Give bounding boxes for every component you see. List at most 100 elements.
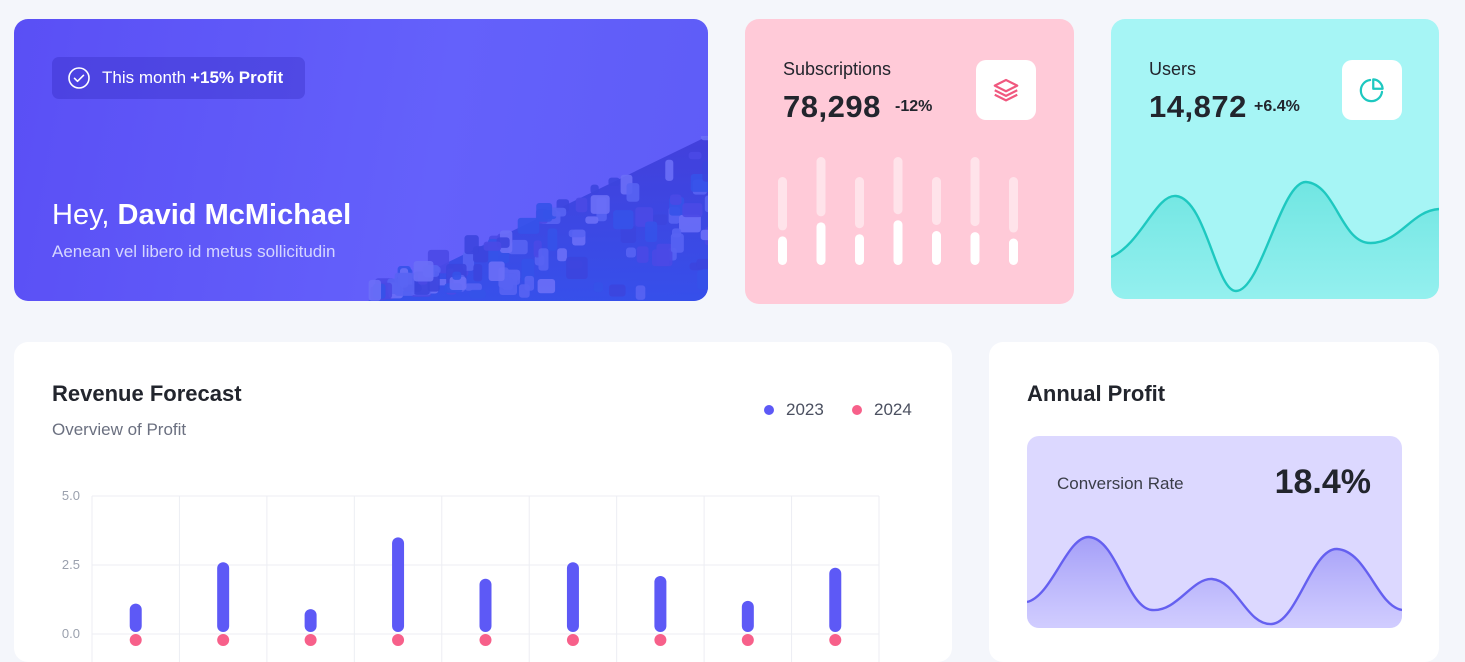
decorative-cube [636, 285, 646, 299]
bar-2023 [130, 604, 142, 632]
decorative-cube [557, 248, 567, 261]
decorative-cube [452, 272, 461, 280]
bar-2023 [217, 562, 229, 632]
decorative-cube [627, 183, 640, 202]
users-label: Users [1149, 59, 1196, 80]
decorative-cube [701, 230, 708, 240]
decorative-cube [484, 242, 502, 251]
bar-2024 [305, 634, 317, 646]
decorative-cube [652, 249, 670, 266]
greeting: Hey, David McMichael [52, 199, 351, 232]
bar-2023 [829, 568, 841, 632]
y-tick-label: 2.5 [62, 557, 80, 572]
users-area-fill [1111, 182, 1439, 299]
subscriptions-change: -12% [895, 98, 932, 116]
bar-2024 [742, 634, 754, 646]
bar-2023 [480, 579, 492, 632]
users-change: +6.4% [1254, 98, 1300, 116]
check-circle-icon [67, 66, 91, 90]
decorative-cube [594, 282, 603, 292]
subscriptions-bar-lower [894, 220, 903, 265]
subscriptions-bar-lower [778, 236, 787, 265]
subscriptions-bar-lower [932, 231, 941, 265]
decorative-cube [566, 257, 588, 279]
decorative-cube [518, 218, 540, 234]
bar-2024 [217, 634, 229, 646]
conversion-rate-panel: Conversion Rate 18.4% [1027, 436, 1402, 628]
layers-icon [991, 75, 1021, 105]
pie-chart-icon [1357, 75, 1387, 105]
decorative-cube [637, 246, 649, 263]
subscriptions-bar-upper [1009, 177, 1018, 233]
revenue-forecast-card: Revenue Forecast Overview of Profit 2023… [14, 342, 952, 662]
decorative-cube [576, 198, 588, 213]
subscriptions-bar-lower [855, 234, 864, 265]
subscriptions-bar-lower [1009, 239, 1018, 265]
decorative-cube [591, 185, 599, 194]
decorative-cube [369, 280, 381, 301]
users-card: Users 14,872 +6.4% [1111, 19, 1439, 299]
subscriptions-value: 78,298 [783, 89, 881, 125]
decorative-cube [608, 178, 619, 186]
decorative-cube [645, 221, 657, 242]
bar-2023 [567, 562, 579, 632]
decorative-cube [538, 279, 555, 293]
subscriptions-bar-upper [932, 177, 941, 225]
bar-2024 [567, 634, 579, 646]
subscriptions-bar-upper [971, 157, 980, 226]
bar-2023 [392, 537, 404, 632]
decorative-cube [689, 152, 702, 159]
greeting-prefix: Hey, [52, 199, 109, 231]
bar-2023 [305, 609, 317, 632]
decorative-cube [465, 283, 482, 290]
decorative-cube [470, 290, 486, 299]
decorative-cube [613, 210, 633, 229]
decorative-cube [626, 247, 636, 257]
decorative-cube [705, 196, 708, 213]
welcome-card: This month +15% Profit Hey, David McMich… [14, 19, 708, 301]
decorative-cube [525, 276, 534, 291]
welcome-subtitle: Aenean vel libero id metus sollicitudin [52, 242, 336, 262]
subscriptions-bar-upper [778, 177, 787, 230]
annual-profit-title: Annual Profit [1027, 381, 1165, 407]
decorative-cube [679, 215, 701, 232]
bar-2024 [392, 634, 404, 646]
conversion-rate-label: Conversion Rate [1057, 474, 1184, 494]
y-tick-label: 0.0 [62, 626, 80, 641]
decorative-cube [609, 285, 626, 297]
subscriptions-icon-box[interactable] [976, 60, 1036, 120]
profit-badge-value: +15% Profit [190, 68, 283, 88]
decorative-cube [585, 216, 598, 223]
y-tick-label: 5.0 [62, 488, 80, 503]
users-value: 14,872 [1149, 89, 1247, 125]
decorative-cube [552, 208, 566, 217]
subscriptions-bar-upper [855, 177, 864, 228]
decorative-cube [591, 195, 610, 214]
decorative-cube [489, 261, 505, 281]
user-name: David McMichael [118, 199, 352, 231]
decorative-cube [395, 273, 415, 296]
decorative-cube [536, 203, 552, 222]
subscriptions-bar-upper [817, 157, 826, 216]
subscriptions-card: Subscriptions 78,298 -12% [745, 19, 1074, 304]
users-icon-box[interactable] [1342, 60, 1402, 120]
decorative-cube [464, 235, 478, 254]
decorative-cube [538, 248, 548, 270]
decorative-cube [697, 270, 708, 289]
decorative-cube [665, 160, 673, 181]
subscriptions-bar-lower [817, 222, 826, 265]
decorative-cube [702, 162, 708, 182]
subscriptions-bar-upper [894, 157, 903, 214]
decorative-cube [414, 261, 434, 282]
bar-2024 [480, 634, 492, 646]
decorative-cube [696, 259, 708, 269]
bar-2024 [829, 634, 841, 646]
annual-profit-card: Annual Profit Conversion Rate 18.4% [989, 342, 1439, 662]
decorative-cube [548, 228, 558, 250]
profit-badge-prefix: This month [102, 68, 186, 88]
bar-2023 [742, 601, 754, 632]
decorative-cubes-illustration [368, 136, 708, 301]
subscriptions-label: Subscriptions [783, 59, 891, 80]
profit-badge: This month +15% Profit [52, 57, 305, 99]
decorative-cube [473, 264, 482, 281]
